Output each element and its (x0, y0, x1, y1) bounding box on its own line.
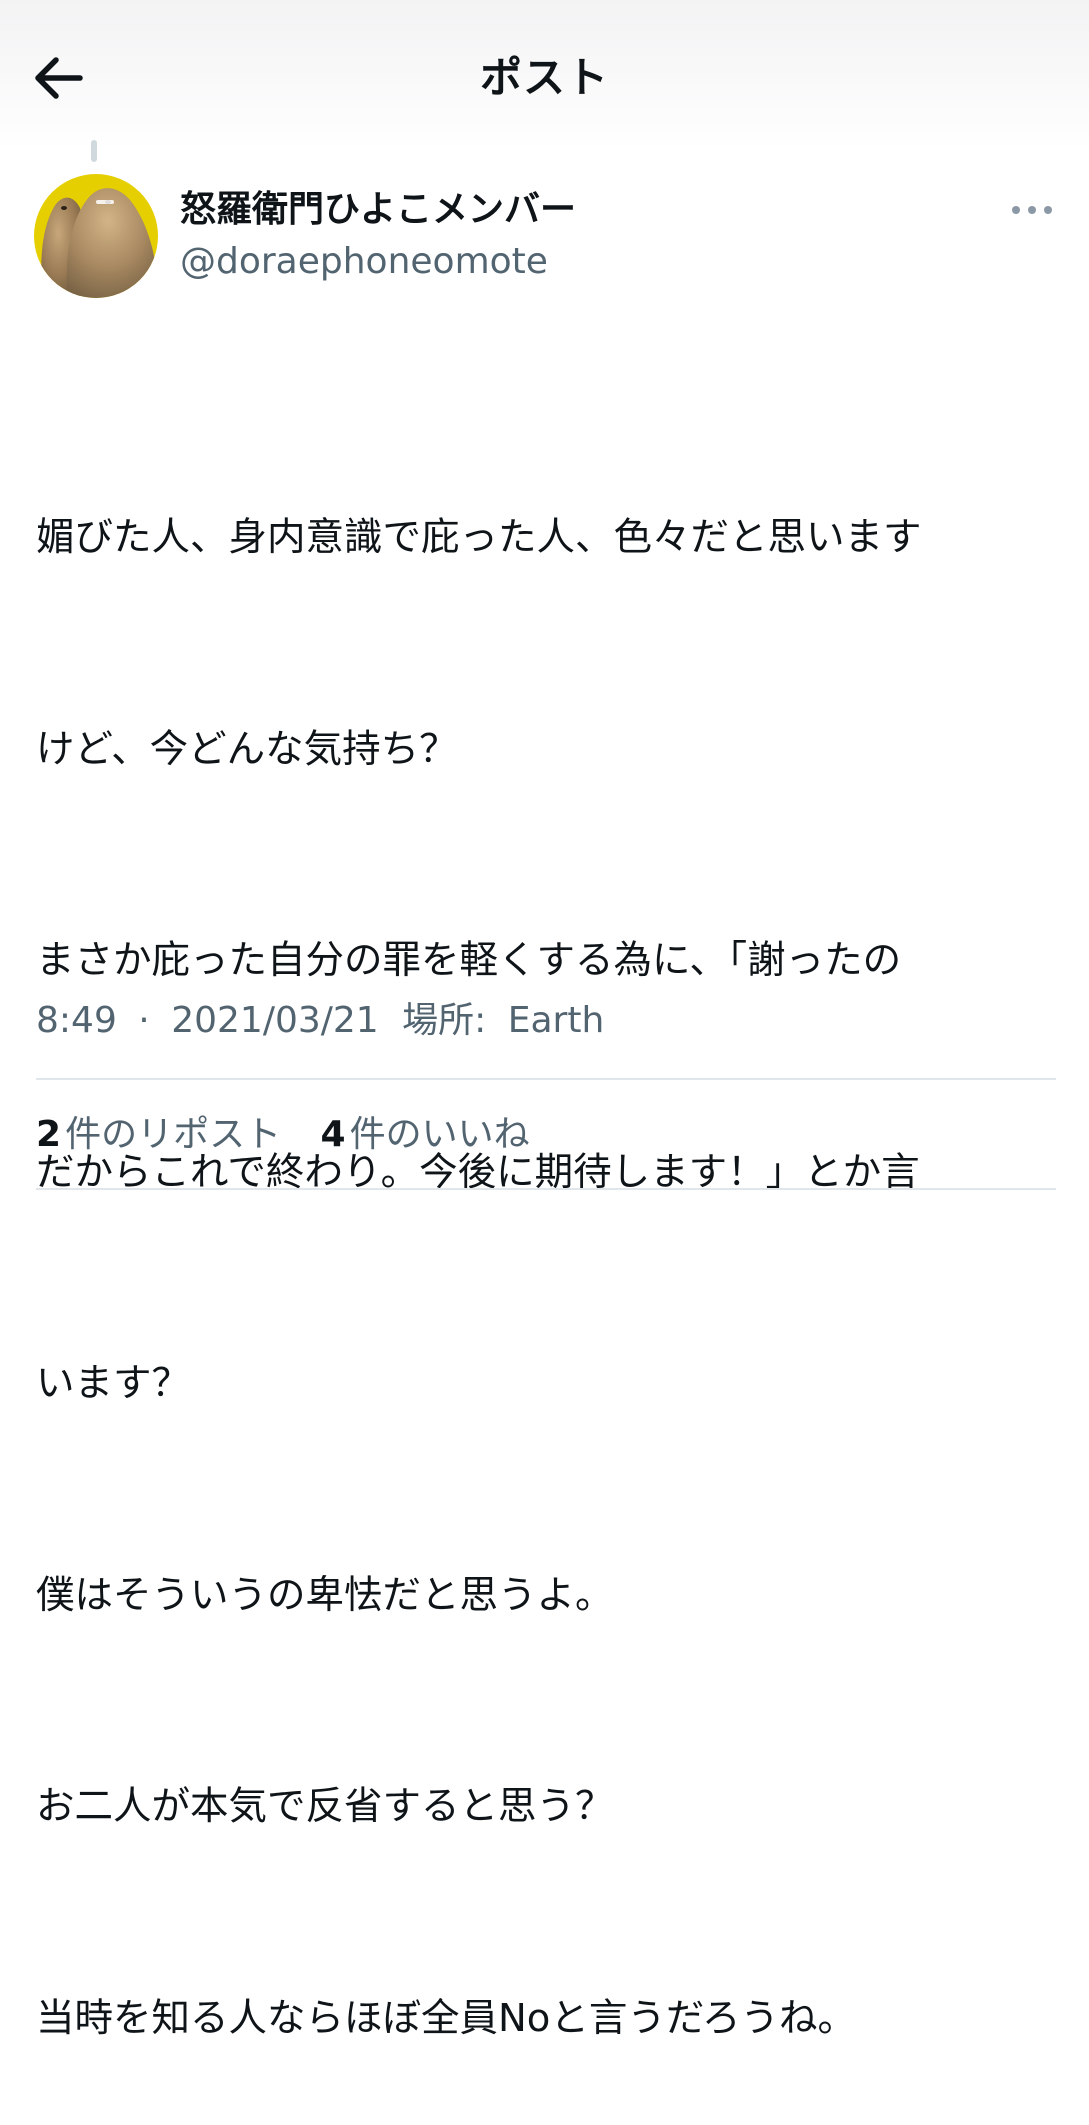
tweet-line: 媚びた人、身内意識で庇った人、色々だと思います (36, 515, 922, 560)
tweet-line: います？ (36, 1361, 191, 1406)
tweet-line: 僕はそういうの卑怯だと思うよ。 (36, 1572, 614, 1618)
tweet-line: 当時を知る人ならほぼ全員Noと言うだろうね。 (36, 1995, 857, 2041)
meta-separator: · (138, 1000, 150, 1041)
tweet-line: けど、今どんな気持ち？ (36, 726, 458, 772)
page-title: ポスト (479, 53, 609, 102)
more-options-button[interactable] (1002, 190, 1062, 230)
likes-label: 件のいいね (349, 1114, 530, 1155)
tweet-meta: 8:49 · 2021/03/21 場所: Earth (36, 996, 604, 1046)
likes-stat[interactable]: 4 件のいいね (321, 1108, 530, 1162)
likes-count: 4 (320, 1114, 346, 1155)
reposts-stat[interactable]: 2 件のリポスト (36, 1108, 281, 1162)
divider (36, 1078, 1056, 1080)
tweet-line: まさか庇った自分の罪を軽くする為に、「謝ったの (36, 938, 902, 983)
post-time[interactable]: 8:49 (36, 996, 117, 1046)
reposts-count: 2 (36, 1114, 62, 1155)
tweet-text: 媚びた人、身内意識で庇った人、色々だと思います けど、今どんな気持ち？ まさか庇… (36, 362, 1066, 2125)
tweet-line: お二人が本気で反省すると思う？ (36, 1784, 614, 1829)
post-date[interactable]: 2021/03/21 (171, 996, 379, 1046)
engagement-stats: 2 件のリポスト 4 件のいいね (36, 1108, 558, 1162)
avatar[interactable] (34, 174, 158, 298)
location-value: Earth (507, 1000, 605, 1041)
location-label: 場所: (402, 1000, 487, 1041)
header-bar: ポスト (0, 0, 1089, 150)
divider (36, 1188, 1056, 1190)
reposts-label: 件のリポスト (65, 1114, 282, 1155)
thread-connector-line (91, 140, 97, 162)
user-handle[interactable]: @doraephoneomote (180, 238, 548, 286)
more-options-icon (1010, 201, 1054, 220)
display-name[interactable]: 怒羅衛門ひよこメンバー (180, 186, 576, 234)
